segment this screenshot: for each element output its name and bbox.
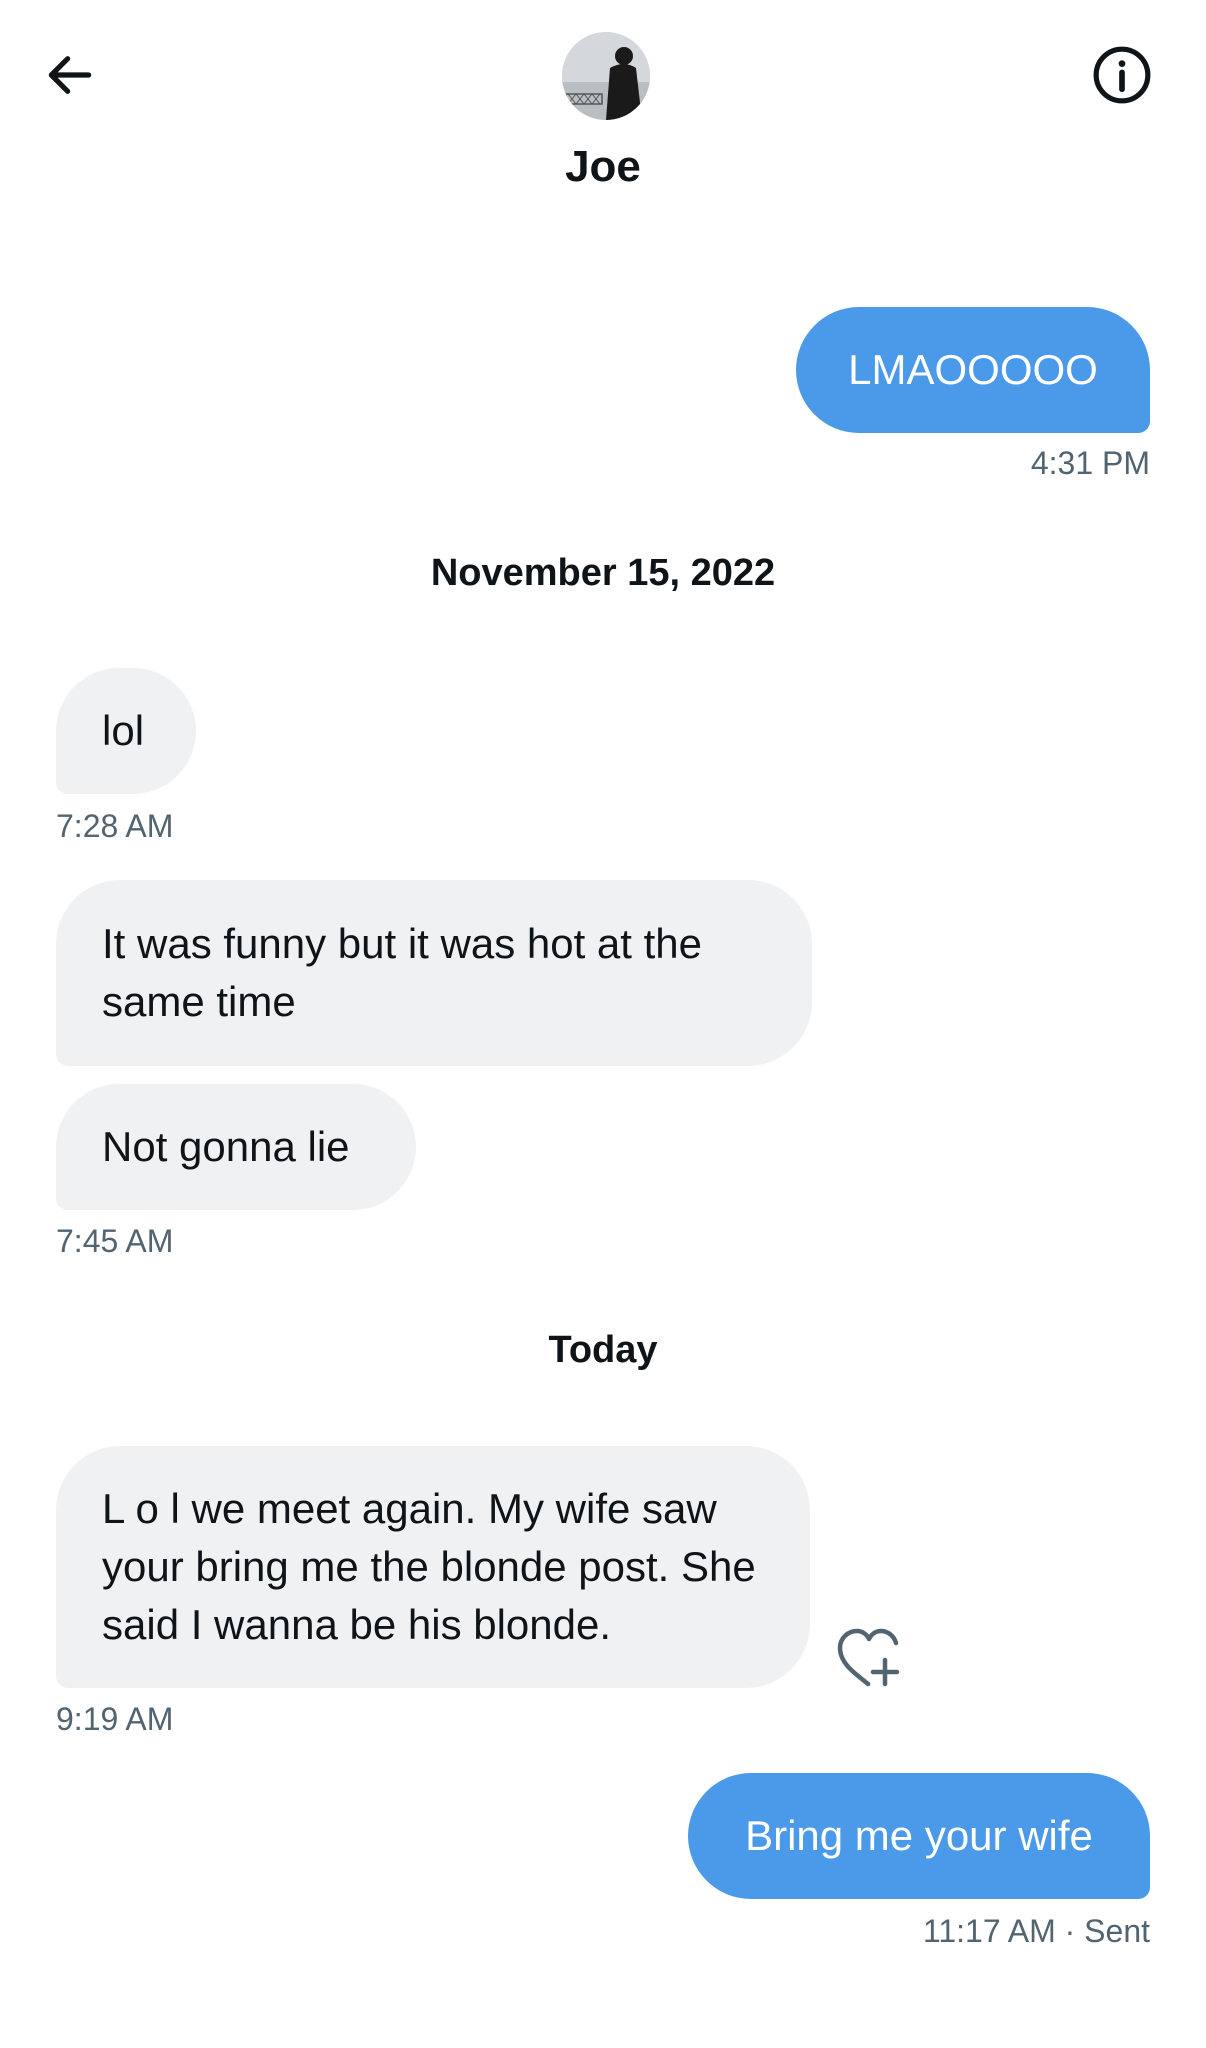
add-reaction-button[interactable] bbox=[834, 1626, 904, 1690]
message-timestamp-status: 11:17 AM · Sent bbox=[700, 1913, 1150, 1950]
message-bubble-received[interactable]: L o l we meet again. My wife saw your br… bbox=[56, 1446, 810, 1688]
message-status: Sent bbox=[1084, 1913, 1150, 1949]
message-text: Not gonna lie bbox=[102, 1123, 350, 1170]
message-bubble-received[interactable]: It was funny but it was hot at the same … bbox=[56, 880, 812, 1066]
message-text: It was funny but it was hot at the same … bbox=[102, 920, 702, 1025]
message-timestamp: 9:19 AM bbox=[56, 1701, 174, 1737]
info-circle-icon bbox=[1091, 44, 1153, 111]
date-separator: November 15, 2022 bbox=[430, 552, 776, 594]
message-bubble-received[interactable]: Not gonna lie bbox=[56, 1084, 416, 1210]
contact-name[interactable]: Joe bbox=[0, 142, 1206, 192]
message-timestamp: 4:31 PM bbox=[1030, 445, 1150, 481]
date-separator: Today bbox=[548, 1329, 658, 1371]
message-bubble-received[interactable]: lol bbox=[56, 668, 196, 794]
message-timestamp: 11:17 AM bbox=[922, 1913, 1056, 1949]
message-text: lol bbox=[102, 707, 145, 754]
message-text: LMAOOOOO bbox=[848, 346, 1098, 393]
arrow-left-icon bbox=[42, 47, 98, 108]
message-bubble-sent[interactable]: LMAOOOOO bbox=[796, 307, 1150, 433]
back-button[interactable] bbox=[38, 45, 102, 109]
conversation-header: Joe bbox=[0, 0, 1206, 220]
message-bubble-sent[interactable]: Bring me your wife bbox=[688, 1773, 1150, 1899]
info-button[interactable] bbox=[1090, 45, 1154, 109]
message-text: L o l we meet again. My wife saw your br… bbox=[102, 1485, 756, 1648]
message-text: Bring me your wife bbox=[745, 1812, 1093, 1859]
avatar[interactable] bbox=[562, 32, 650, 120]
message-timestamp: 7:28 AM bbox=[56, 808, 174, 844]
separator-dot: · bbox=[1064, 1913, 1085, 1949]
message-timestamp: 7:45 AM bbox=[56, 1223, 174, 1259]
heart-plus-icon bbox=[834, 1628, 904, 1694]
